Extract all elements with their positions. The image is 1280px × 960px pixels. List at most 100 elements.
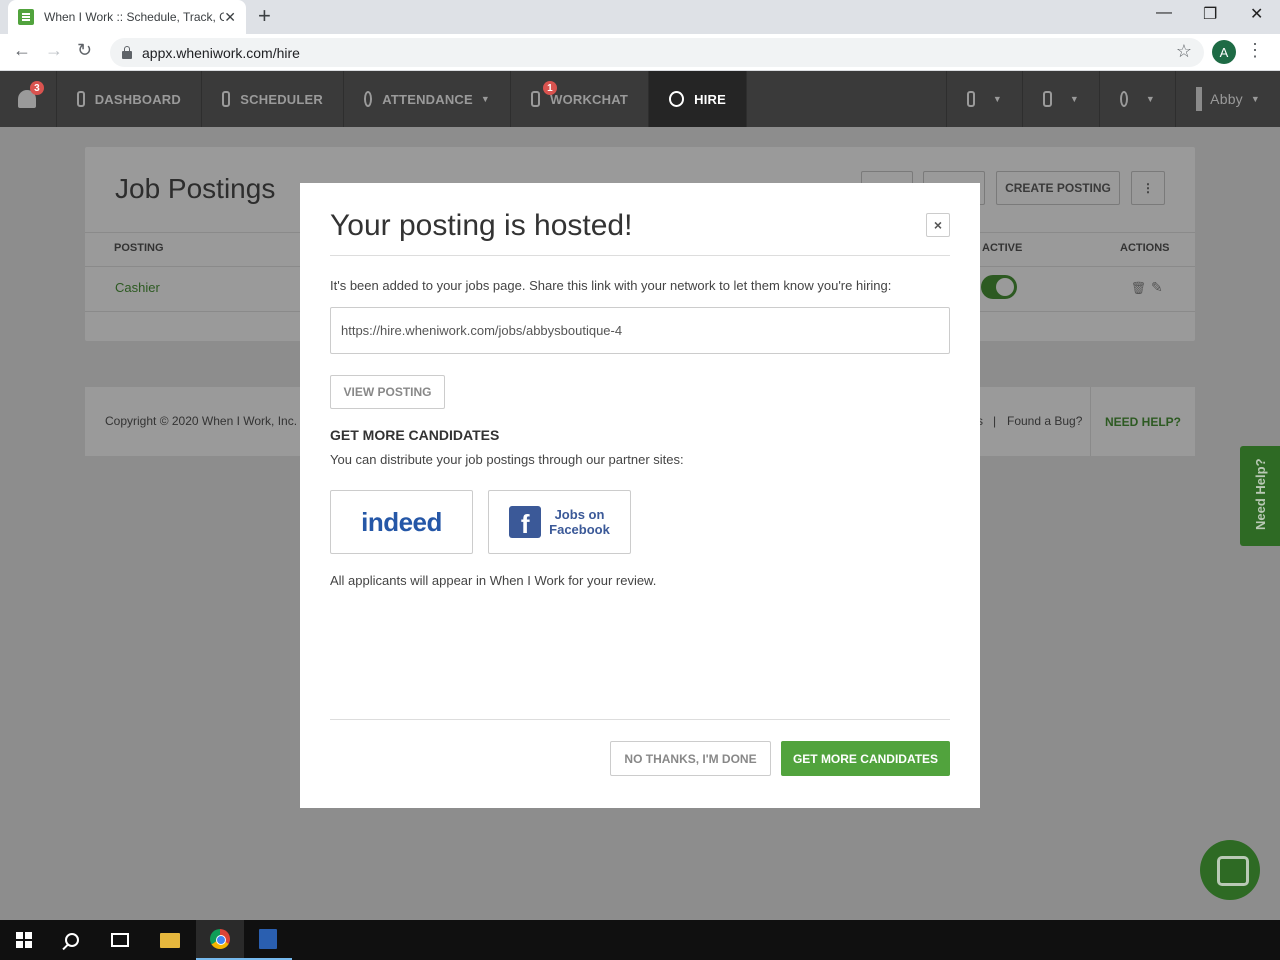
workchat-badge: 1	[543, 81, 557, 95]
modal-close-button[interactable]: ×	[926, 213, 950, 237]
need-help-link[interactable]: NEED HELP?	[1090, 387, 1195, 456]
view-posting-button[interactable]: VIEW POSTING	[330, 375, 445, 409]
clock-icon	[364, 91, 373, 107]
column-header-posting: POSTING	[114, 242, 164, 254]
forward-button[interactable]: →	[45, 40, 63, 61]
nav-dashboard-label: DASHBOARD	[94, 91, 181, 107]
back-button[interactable]: ←	[13, 40, 31, 61]
trash-icon[interactable]: 🗑	[1131, 281, 1146, 295]
chevron-down-icon: ▼	[480, 94, 490, 104]
inbox-button[interactable]: ▼	[946, 71, 1023, 127]
modal-intro-text: It's been added to your jobs page. Share…	[330, 278, 892, 293]
folder-icon	[160, 932, 180, 948]
inbox-icon	[967, 91, 975, 107]
facebook-jobs-line1: Jobs on	[554, 507, 605, 522]
tab-title: When I Work :: Schedule, Track, C	[44, 10, 224, 24]
avatar	[1196, 87, 1203, 111]
windows-logo-icon	[16, 932, 32, 948]
get-more-candidates-button[interactable]: GET MORE CANDIDATES	[781, 741, 950, 776]
no-thanks-button[interactable]: NO THANKS, I'M DONE	[610, 741, 771, 776]
copyright-text: Copyright © 2020 When I Work, Inc.	[105, 414, 298, 428]
active-toggle[interactable]	[981, 275, 1017, 299]
chat-launcher-button[interactable]	[1200, 840, 1260, 900]
posting-hosted-modal: Your posting is hosted! × It's been adde…	[300, 183, 980, 808]
chrome-taskbar-button[interactable]	[196, 920, 244, 960]
browser-tab[interactable]: When I Work :: Schedule, Track, C ✕	[8, 0, 246, 34]
column-header-actions: ACTIONS	[1120, 242, 1170, 254]
page-title: Job Postings	[115, 173, 276, 204]
footer-separator: |	[993, 414, 997, 428]
browser-toolbar: ← → ↻ appx.wheniwork.com/hire ☆ A ⋮	[0, 34, 1280, 71]
task-view-button[interactable]	[96, 920, 144, 960]
file-explorer-button[interactable]	[146, 920, 194, 960]
task-view-icon	[111, 933, 129, 947]
taskbar-search-button[interactable]	[48, 920, 96, 960]
new-tab-button[interactable]: +	[258, 5, 271, 27]
modal-footer-divider	[330, 719, 950, 720]
applicants-note: All applicants will appear in When I Wor…	[330, 573, 657, 588]
chat-icon	[531, 91, 541, 107]
settings-button[interactable]: ▼	[1100, 71, 1176, 127]
modal-divider	[330, 255, 950, 256]
address-bar[interactable]: appx.wheniwork.com/hire	[110, 38, 1204, 67]
search-icon	[65, 933, 79, 947]
nav-hire-label: HIRE	[694, 91, 726, 107]
gear-icon	[1120, 91, 1128, 107]
chevron-down-icon: ▼	[1145, 94, 1155, 104]
calendar-icon	[222, 91, 231, 107]
side-need-help-tab[interactable]: Need Help?	[1240, 446, 1280, 546]
minimize-button[interactable]: —	[1156, 4, 1172, 22]
start-button[interactable]	[0, 920, 48, 960]
document-app-button[interactable]	[244, 920, 292, 960]
section-subtitle: You can distribute your job postings thr…	[330, 452, 684, 467]
nav-attendance-label: ATTENDANCE	[382, 91, 473, 107]
dashboard-icon	[77, 91, 85, 107]
bookmark-star-icon[interactable]: ☆	[1176, 41, 1192, 62]
nav-scheduler[interactable]: SCHEDULER	[202, 71, 344, 127]
notifications-badge: 3	[30, 81, 44, 95]
restore-button[interactable]: ❐	[1203, 4, 1217, 24]
chevron-down-icon: ▼	[1069, 94, 1079, 104]
indeed-logo-icon: indeed	[361, 506, 442, 537]
reload-button[interactable]: ↻	[77, 40, 92, 61]
more-options-button[interactable]: ⋮	[1131, 171, 1165, 205]
user-menu-button[interactable]: Abby ▼	[1176, 71, 1280, 127]
modal-title: Your posting is hosted!	[330, 209, 633, 242]
windows-taskbar	[0, 920, 1280, 960]
url-text: appx.wheniwork.com/hire	[142, 44, 300, 61]
people-icon	[669, 91, 685, 107]
notifications-button[interactable]: 3	[0, 71, 57, 127]
posting-name-link[interactable]: Cashier	[115, 280, 160, 295]
indeed-button[interactable]: indeed	[330, 490, 473, 554]
nav-dashboard[interactable]: DASHBOARD	[57, 71, 202, 127]
browser-menu-icon[interactable]: ⋮	[1246, 40, 1264, 61]
edit-icon[interactable]: ✎	[1151, 279, 1163, 296]
lock-icon	[122, 45, 132, 59]
tab-close-icon[interactable]: ✕	[224, 9, 236, 26]
found-bug-link[interactable]: Found a Bug?	[1007, 414, 1082, 428]
chevron-down-icon: ▼	[992, 94, 1002, 104]
column-header-active: ACTIVE	[982, 242, 1023, 254]
user-name: Abby	[1210, 91, 1243, 107]
nav-right-group: ▼ ▼ ▼ Abby ▼	[946, 71, 1280, 127]
store-icon	[1043, 91, 1052, 107]
facebook-jobs-button[interactable]: f Jobs on Facebook	[488, 490, 631, 554]
nav-workchat[interactable]: 1 WORKCHAT	[511, 71, 649, 127]
window-close-button[interactable]: ✕	[1250, 4, 1263, 24]
browser-tabstrip: When I Work :: Schedule, Track, C ✕ + — …	[0, 0, 1280, 34]
chrome-icon	[210, 929, 230, 949]
side-need-help-label: Need Help?	[1253, 458, 1268, 530]
create-posting-button[interactable]: CREATE POSTING	[996, 171, 1120, 205]
chevron-down-icon: ▼	[1250, 94, 1260, 104]
profile-avatar[interactable]: A	[1212, 40, 1236, 64]
facebook-jobs-line2: Facebook	[549, 522, 610, 537]
share-link-input[interactable]	[330, 307, 950, 354]
nav-attendance[interactable]: ATTENDANCE ▼	[344, 71, 511, 127]
nav-hire[interactable]: HIRE	[649, 71, 747, 127]
facebook-logo-icon: f	[509, 506, 542, 538]
store-button[interactable]: ▼	[1023, 71, 1100, 127]
facebook-jobs-label: Jobs on Facebook	[549, 507, 610, 537]
wheniwork-favicon-icon	[18, 9, 34, 25]
nav-workchat-label: WORKCHAT	[550, 91, 628, 107]
section-title: GET MORE CANDIDATES	[330, 427, 500, 443]
